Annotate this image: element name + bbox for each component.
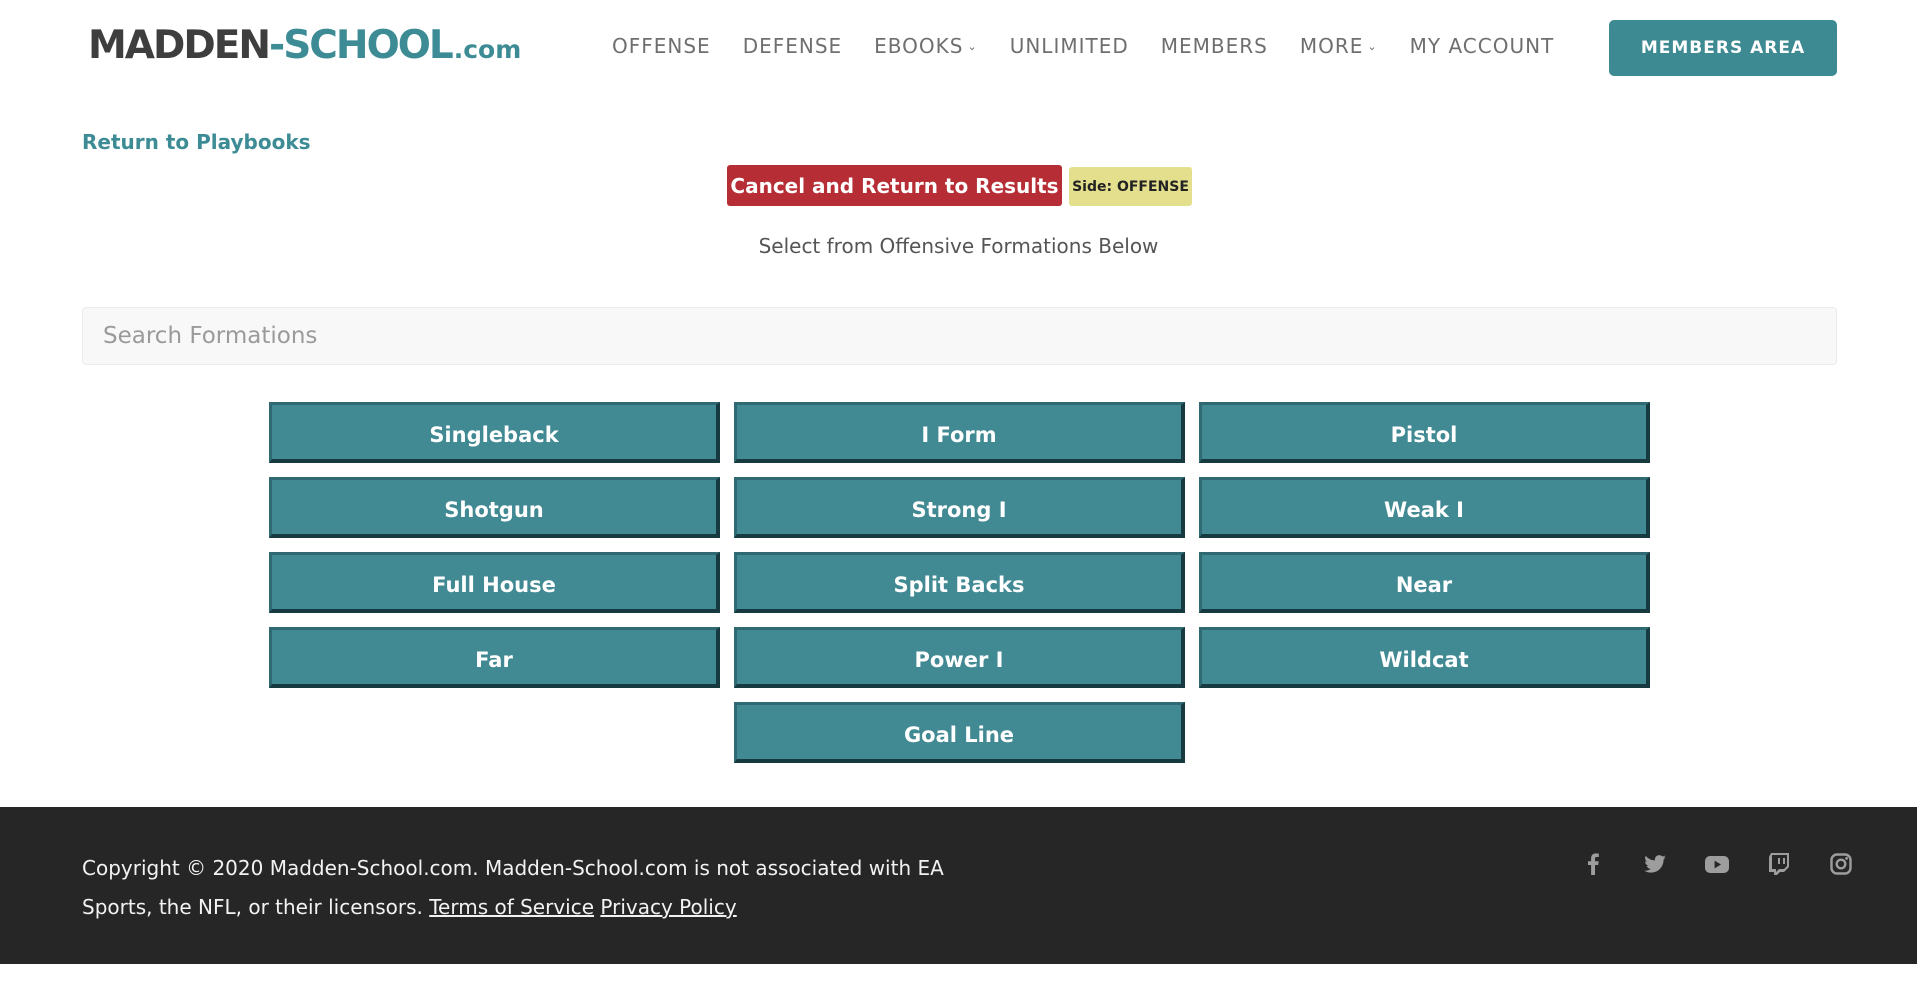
formation-button-weak-i[interactable]: Weak I <box>1199 477 1650 538</box>
instruction-text: Select from Offensive Formations Below <box>758 234 1159 258</box>
twitch-icon[interactable] <box>1748 849 1810 879</box>
privacy-policy-link[interactable]: Privacy Policy <box>600 895 736 919</box>
formation-button-full-house[interactable]: Full House <box>269 552 720 613</box>
formation-button-split-backs[interactable]: Split Backs <box>734 552 1185 613</box>
search-formations-input[interactable] <box>82 307 1837 365</box>
chevron-down-icon: ⌄ <box>967 39 978 53</box>
formation-button-shotgun[interactable]: Shotgun <box>269 477 720 538</box>
formation-button-power-i[interactable]: Power I <box>734 627 1185 688</box>
nav-item-defense[interactable]: DEFENSE <box>743 34 842 58</box>
members-area-button[interactable]: MEMBERS AREA <box>1609 20 1837 76</box>
youtube-icon[interactable] <box>1686 849 1748 879</box>
formation-button-strong-i[interactable]: Strong I <box>734 477 1185 538</box>
formation-button-goal-line[interactable]: Goal Line <box>734 702 1185 763</box>
chevron-down-icon: ⌄ <box>1367 39 1378 53</box>
nav-item-offense[interactable]: OFFENSE <box>612 34 711 58</box>
site-footer: Copyright © 2020 Madden-School.com. Madd… <box>0 807 1917 964</box>
nav-item-members[interactable]: MEMBERS <box>1161 34 1268 58</box>
formation-button-singleback[interactable]: Singleback <box>269 402 720 463</box>
side-badge: Side: OFFENSE <box>1069 167 1192 206</box>
site-header: MADDEN -SCHOOL .com OFFENSE DEFENSE EBOOKS… <box>0 0 1917 100</box>
logo-text-school: -SCHOOL <box>269 23 454 68</box>
facebook-icon[interactable] <box>1562 849 1624 879</box>
logo-text-madden: MADDEN <box>88 23 271 68</box>
twitter-icon[interactable] <box>1624 849 1686 879</box>
formation-button-pistol[interactable]: Pistol <box>1199 402 1650 463</box>
footer-copyright: Copyright © 2020 Madden-School.com. Madd… <box>82 849 982 927</box>
site-logo[interactable]: MADDEN -SCHOOL .com <box>88 24 521 68</box>
formation-grid: Singleback I Form Pistol Shotgun Strong … <box>269 402 1652 763</box>
formation-button-near[interactable]: Near <box>1199 552 1650 613</box>
formation-button-i-form[interactable]: I Form <box>734 402 1185 463</box>
nav-item-ebooks[interactable]: EBOOKS ⌄ <box>874 34 978 58</box>
formation-button-far[interactable]: Far <box>269 627 720 688</box>
terms-of-service-link[interactable]: Terms of Service <box>429 895 594 919</box>
nav-item-my-account[interactable]: MY ACCOUNT <box>1410 34 1555 58</box>
formation-button-wildcat[interactable]: Wildcat <box>1199 627 1650 688</box>
main-nav: OFFENSE DEFENSE EBOOKS ⌄ UNLIMITED MEMBER… <box>612 31 1586 61</box>
nav-item-unlimited[interactable]: UNLIMITED <box>1010 34 1129 58</box>
return-to-playbooks-link[interactable]: Return to Playbooks <box>82 130 311 154</box>
cancel-return-button[interactable]: Cancel and Return to Results <box>727 165 1062 206</box>
nav-item-more[interactable]: MORE ⌄ <box>1300 34 1378 58</box>
social-links <box>1562 849 1872 879</box>
instagram-icon[interactable] <box>1810 849 1872 879</box>
logo-text-com: .com <box>453 35 522 64</box>
